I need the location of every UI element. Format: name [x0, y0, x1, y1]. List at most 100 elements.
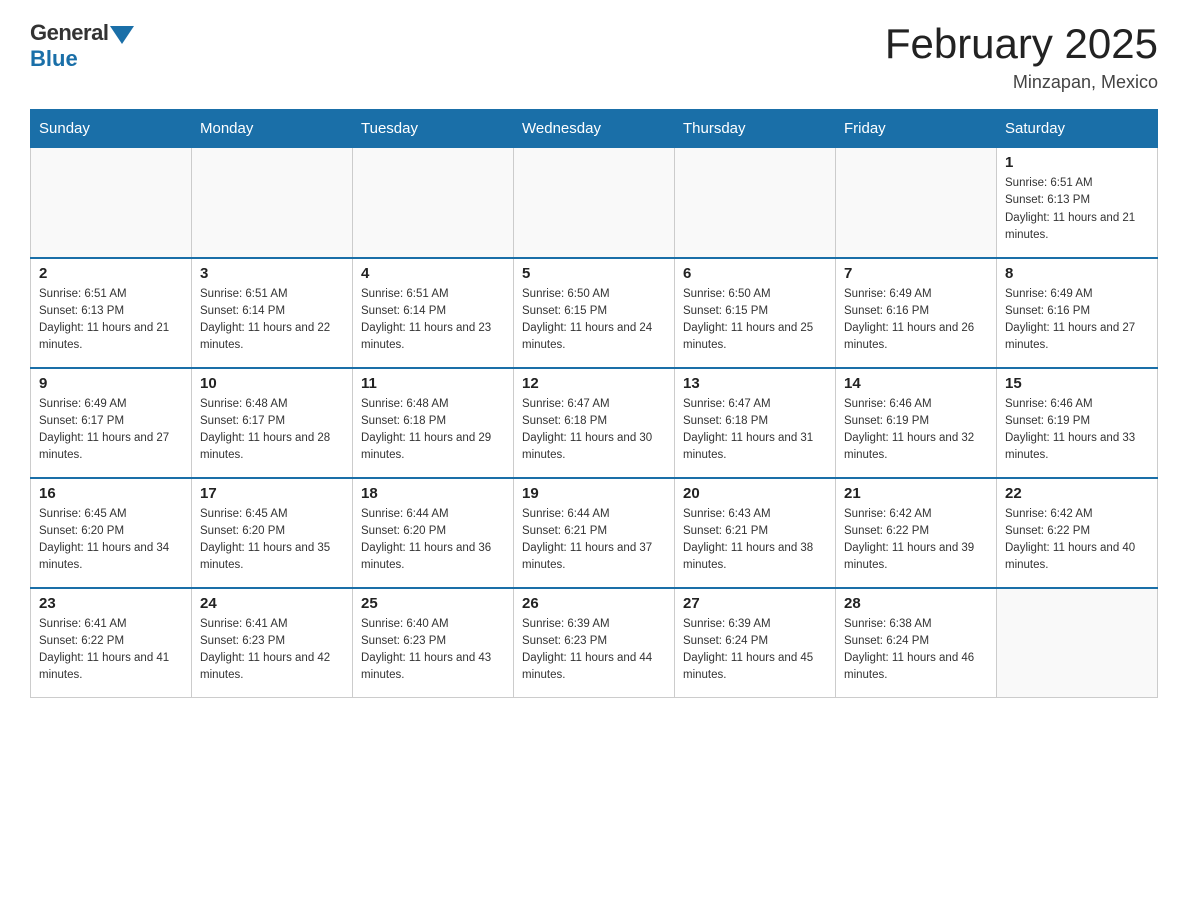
calendar-cell — [353, 148, 514, 258]
calendar-week-row: 1 Sunrise: 6:51 AMSunset: 6:13 PMDaylight… — [31, 148, 1158, 258]
day-number: 20 — [683, 485, 827, 502]
calendar-cell: 19 Sunrise: 6:44 AMSunset: 6:21 PMDayligh… — [514, 478, 675, 588]
logo-arrow-icon — [110, 26, 134, 44]
day-number: 17 — [200, 485, 344, 502]
day-info: Sunrise: 6:41 AMSunset: 6:22 PMDaylight:… — [39, 616, 183, 685]
page-header: General Blue February 2025 Minzapan, Mex… — [30, 20, 1158, 93]
calendar-cell: 12 Sunrise: 6:47 AMSunset: 6:18 PMDayligh… — [514, 368, 675, 478]
day-info: Sunrise: 6:48 AMSunset: 6:17 PMDaylight:… — [200, 396, 344, 465]
day-number: 22 — [1005, 485, 1149, 502]
calendar-cell: 8 Sunrise: 6:49 AMSunset: 6:16 PMDaylight… — [997, 258, 1158, 368]
day-info: Sunrise: 6:49 AMSunset: 6:16 PMDaylight:… — [844, 286, 988, 355]
day-number: 24 — [200, 595, 344, 612]
day-info: Sunrise: 6:47 AMSunset: 6:18 PMDaylight:… — [522, 396, 666, 465]
calendar-table: SundayMondayTuesdayWednesdayThursdayFrid… — [30, 109, 1158, 698]
day-info: Sunrise: 6:49 AMSunset: 6:16 PMDaylight:… — [1005, 286, 1149, 355]
calendar-cell: 13Sunrise: 6:47 AMSunset: 6:18 PMDayligh… — [675, 368, 836, 478]
calendar-cell: 3 Sunrise: 6:51 AMSunset: 6:14 PMDaylight… — [192, 258, 353, 368]
calendar-cell — [836, 148, 997, 258]
day-number: 16 — [39, 485, 183, 502]
day-number: 21 — [844, 485, 988, 502]
calendar-cell: 27 Sunrise: 6:39 AMSunset: 6:24 PMDayligh… — [675, 588, 836, 698]
day-info: Sunrise: 6:44 AMSunset: 6:21 PMDaylight:… — [522, 506, 666, 575]
day-info: Sunrise: 6:39 AMSunset: 6:23 PMDaylight:… — [522, 616, 666, 685]
title-area: February 2025 Minzapan, Mexico — [885, 20, 1158, 93]
calendar-header-row: SundayMondayTuesdayWednesdayThursdayFrid… — [31, 110, 1158, 148]
month-title: February 2025 — [885, 20, 1158, 68]
day-header-wednesday: Wednesday — [514, 110, 675, 148]
day-number: 27 — [683, 595, 827, 612]
calendar-cell: 24Sunrise: 6:41 AMSunset: 6:23 PMDayligh… — [192, 588, 353, 698]
day-info: Sunrise: 6:45 AMSunset: 6:20 PMDaylight:… — [200, 506, 344, 575]
day-number: 9 — [39, 375, 183, 392]
day-info: Sunrise: 6:46 AMSunset: 6:19 PMDaylight:… — [1005, 396, 1149, 465]
day-number: 4 — [361, 265, 505, 282]
day-info: Sunrise: 6:45 AMSunset: 6:20 PMDaylight:… — [39, 506, 183, 575]
calendar-week-row: 9 Sunrise: 6:49 AMSunset: 6:17 PMDaylight… — [31, 368, 1158, 478]
calendar-week-row: 16 Sunrise: 6:45 AMSunset: 6:20 PMDayligh… — [31, 478, 1158, 588]
calendar-cell: 25Sunrise: 6:40 AMSunset: 6:23 PMDayligh… — [353, 588, 514, 698]
calendar-cell: 23 Sunrise: 6:41 AMSunset: 6:22 PMDayligh… — [31, 588, 192, 698]
day-number: 15 — [1005, 375, 1149, 392]
day-info: Sunrise: 6:51 AMSunset: 6:14 PMDaylight:… — [200, 286, 344, 355]
day-number: 23 — [39, 595, 183, 612]
calendar-cell: 26 Sunrise: 6:39 AMSunset: 6:23 PMDayligh… — [514, 588, 675, 698]
day-info: Sunrise: 6:51 AMSunset: 6:14 PMDaylight:… — [361, 286, 505, 355]
calendar-cell: 10 Sunrise: 6:48 AMSunset: 6:17 PMDayligh… — [192, 368, 353, 478]
logo-blue-text: Blue — [30, 46, 78, 72]
day-header-monday: Monday — [192, 110, 353, 148]
calendar-cell — [192, 148, 353, 258]
day-header-friday: Friday — [836, 110, 997, 148]
day-header-tuesday: Tuesday — [353, 110, 514, 148]
day-info: Sunrise: 6:51 AMSunset: 6:13 PMDaylight:… — [39, 286, 183, 355]
calendar-week-row: 2Sunrise: 6:51 AMSunset: 6:13 PMDaylight… — [31, 258, 1158, 368]
calendar-cell: 22 Sunrise: 6:42 AMSunset: 6:22 PMDayligh… — [997, 478, 1158, 588]
day-number: 28 — [844, 595, 988, 612]
calendar-cell: 14Sunrise: 6:46 AMSunset: 6:19 PMDayligh… — [836, 368, 997, 478]
day-number: 10 — [200, 375, 344, 392]
day-number: 1 — [1005, 154, 1149, 171]
calendar-cell: 16 Sunrise: 6:45 AMSunset: 6:20 PMDayligh… — [31, 478, 192, 588]
calendar-cell: 2Sunrise: 6:51 AMSunset: 6:13 PMDaylight… — [31, 258, 192, 368]
day-info: Sunrise: 6:42 AMSunset: 6:22 PMDaylight:… — [844, 506, 988, 575]
day-info: Sunrise: 6:51 AMSunset: 6:13 PMDaylight:… — [1005, 175, 1149, 244]
day-header-saturday: Saturday — [997, 110, 1158, 148]
calendar-cell: 5 Sunrise: 6:50 AMSunset: 6:15 PMDaylight… — [514, 258, 675, 368]
location: Minzapan, Mexico — [885, 72, 1158, 93]
calendar-cell: 9 Sunrise: 6:49 AMSunset: 6:17 PMDaylight… — [31, 368, 192, 478]
day-number: 6 — [683, 265, 827, 282]
calendar-cell — [514, 148, 675, 258]
day-number: 26 — [522, 595, 666, 612]
day-info: Sunrise: 6:49 AMSunset: 6:17 PMDaylight:… — [39, 396, 183, 465]
calendar-cell: 1 Sunrise: 6:51 AMSunset: 6:13 PMDaylight… — [997, 148, 1158, 258]
calendar-cell: 15 Sunrise: 6:46 AMSunset: 6:19 PMDayligh… — [997, 368, 1158, 478]
day-info: Sunrise: 6:46 AMSunset: 6:19 PMDaylight:… — [844, 396, 988, 465]
day-number: 3 — [200, 265, 344, 282]
day-info: Sunrise: 6:38 AMSunset: 6:24 PMDaylight:… — [844, 616, 988, 685]
calendar-cell: 11Sunrise: 6:48 AMSunset: 6:18 PMDayligh… — [353, 368, 514, 478]
calendar-cell: 7 Sunrise: 6:49 AMSunset: 6:16 PMDaylight… — [836, 258, 997, 368]
day-number: 8 — [1005, 265, 1149, 282]
day-number: 12 — [522, 375, 666, 392]
day-number: 13 — [683, 375, 827, 392]
calendar-cell: 17 Sunrise: 6:45 AMSunset: 6:20 PMDayligh… — [192, 478, 353, 588]
day-info: Sunrise: 6:50 AMSunset: 6:15 PMDaylight:… — [683, 286, 827, 355]
day-info: Sunrise: 6:39 AMSunset: 6:24 PMDaylight:… — [683, 616, 827, 685]
calendar-cell: 28 Sunrise: 6:38 AMSunset: 6:24 PMDayligh… — [836, 588, 997, 698]
calendar-cell — [31, 148, 192, 258]
calendar-cell: 20Sunrise: 6:43 AMSunset: 6:21 PMDayligh… — [675, 478, 836, 588]
day-info: Sunrise: 6:50 AMSunset: 6:15 PMDaylight:… — [522, 286, 666, 355]
calendar-cell: 6 Sunrise: 6:50 AMSunset: 6:15 PMDaylight… — [675, 258, 836, 368]
day-info: Sunrise: 6:44 AMSunset: 6:20 PMDaylight:… — [361, 506, 505, 575]
calendar-week-row: 23 Sunrise: 6:41 AMSunset: 6:22 PMDayligh… — [31, 588, 1158, 698]
day-number: 7 — [844, 265, 988, 282]
calendar-cell: 21 Sunrise: 6:42 AMSunset: 6:22 PMDayligh… — [836, 478, 997, 588]
calendar-cell: 4 Sunrise: 6:51 AMSunset: 6:14 PMDaylight… — [353, 258, 514, 368]
day-header-thursday: Thursday — [675, 110, 836, 148]
day-number: 19 — [522, 485, 666, 502]
day-info: Sunrise: 6:42 AMSunset: 6:22 PMDaylight:… — [1005, 506, 1149, 575]
calendar-cell: 18Sunrise: 6:44 AMSunset: 6:20 PMDayligh… — [353, 478, 514, 588]
day-header-sunday: Sunday — [31, 110, 192, 148]
day-number: 5 — [522, 265, 666, 282]
calendar-cell — [997, 588, 1158, 698]
